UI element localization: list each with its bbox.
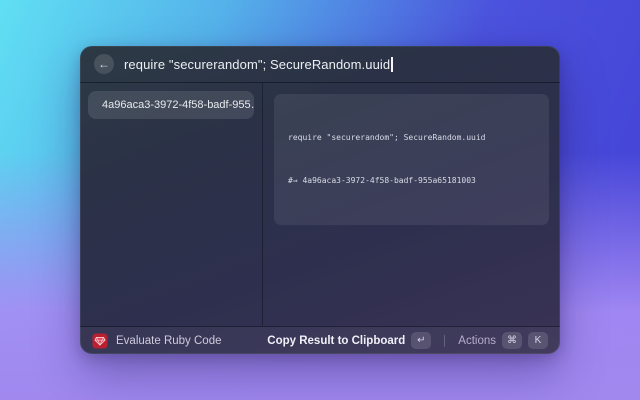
- back-button[interactable]: ←: [94, 54, 114, 74]
- text-caret: [391, 57, 393, 72]
- launcher-window: ← require "securerandom"; SecureRandom.u…: [80, 46, 560, 354]
- code-result-block: require "securerandom"; SecureRandom.uui…: [274, 94, 549, 225]
- list-item-label: 4a96aca3-3972-4f58-badf-955…: [102, 99, 254, 111]
- search-input[interactable]: require "securerandom"; SecureRandom.uui…: [124, 57, 393, 72]
- cmd-key-badge: ⌘: [502, 332, 522, 349]
- actions-button[interactable]: Actions ⌘ K: [456, 330, 550, 351]
- return-key-badge: ↵: [411, 332, 431, 349]
- cmd-key-icon: ⌘: [507, 335, 517, 346]
- k-key-label: K: [535, 335, 542, 346]
- app-label: Evaluate Ruby Code: [116, 335, 221, 347]
- code-line-result: #⇒ 4a96aca3-3972-4f58-badf-955a65181003: [288, 174, 535, 188]
- ruby-gem-icon: [92, 333, 108, 349]
- footer-divider: [444, 335, 445, 347]
- copy-result-button[interactable]: Copy Result to Clipboard ↵: [265, 330, 433, 351]
- detail-pane: require "securerandom"; SecureRandom.uui…: [263, 83, 560, 326]
- k-key-badge: K: [528, 332, 548, 349]
- return-key-icon: ↵: [417, 335, 425, 346]
- search-input-value: require "securerandom"; SecureRandom.uui…: [124, 57, 390, 72]
- results-list-pane: 4a96aca3-3972-4f58-badf-955…: [80, 83, 263, 326]
- copy-result-label: Copy Result to Clipboard: [267, 335, 405, 347]
- content-area: 4a96aca3-3972-4f58-badf-955… require "se…: [80, 83, 560, 326]
- footer-action-bar: Evaluate Ruby Code Copy Result to Clipbo…: [80, 326, 560, 354]
- code-line-source: require "securerandom"; SecureRandom.uui…: [288, 131, 535, 145]
- actions-label: Actions: [458, 335, 496, 347]
- desktop-background: { "search": { "back_icon": "←", "value":…: [0, 0, 640, 400]
- search-bar: ← require "securerandom"; SecureRandom.u…: [80, 46, 560, 83]
- back-arrow-icon: ←: [98, 57, 110, 71]
- list-item-uuid[interactable]: 4a96aca3-3972-4f58-badf-955…: [88, 91, 254, 119]
